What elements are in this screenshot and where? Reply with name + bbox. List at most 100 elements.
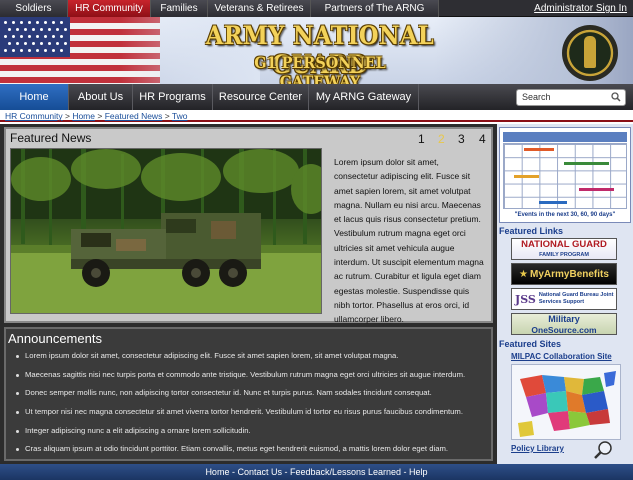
star-icon: ★ [519,268,529,280]
events-calendar[interactable]: "Events in the next 30, 60, 90 days" [499,127,631,223]
calendar-event [524,148,554,151]
flag-star [8,42,11,45]
calendar-event [579,188,614,191]
announcement-item: Lorem ipsum dolor sit amet, consectetur … [14,347,484,366]
flag-star [52,21,55,24]
calendar-caption: "Events in the next 30, 60, 90 days" [514,212,616,218]
flag-star [12,49,15,52]
site-banner: ARMY NATIONAL GUARD G1 PERSONNEL GATEWAY [0,17,633,84]
footer-links[interactable]: Home - Contact Us - Feedback/Lessons Lea… [0,464,633,480]
nav-hr-programs[interactable]: HR Programs [133,84,213,110]
featured-links-title: Featured Links [499,226,564,236]
announcement-item: Maecenas sagittis nisi nec turpis porta … [14,366,484,385]
breadcrumb-featured-news[interactable]: Featured News [105,111,163,121]
link-mos-line2: OneSource.com [531,325,597,335]
flag-star [36,49,39,52]
search-icon[interactable] [611,92,621,102]
nav-about-us[interactable]: About Us [69,84,133,110]
featured-news-body: Lorem ipsum dolor sit amet, consectetur … [334,157,484,325]
banner-subtitle: G1 PERSONNEL GATEWAY [254,53,386,84]
link-my-army-benefits[interactable]: ★ MyArmyBenefits [511,263,617,285]
news-photo-military-truck[interactable] [10,148,322,314]
truck-scene [11,149,321,313]
breadcrumb-hr-community[interactable]: HR Community [5,111,63,121]
link-ngfp-line2: FAMILY PROGRAM [539,252,589,258]
admin-sign-in-link[interactable]: Administrator Sign In [534,0,627,17]
us-map-graphic[interactable] [511,364,621,440]
featured-sites-title: Featured Sites [499,339,562,349]
link-mos-line1: Military [548,314,580,324]
breadcrumb-two[interactable]: Two [172,111,188,121]
flag-star [4,35,7,38]
flag-star [64,28,67,31]
top-tab-families[interactable]: Families [151,0,208,17]
calendar-header [503,132,627,142]
nav-home[interactable]: Home [0,84,69,110]
flag-star [48,42,51,45]
top-tab-partners[interactable]: Partners of The ARNG [311,0,439,17]
flag-star [44,21,47,24]
breadcrumb-separator: > [95,111,105,121]
flag-star [12,35,15,38]
featured-page-2[interactable]: 2 [438,132,445,146]
announcements-list: Lorem ipsum dolor sit amet, consectetur … [14,347,484,459]
nav-my-arng-gateway[interactable]: My ARNG Gateway [309,84,419,110]
flag-star [48,28,51,31]
top-tab-soldiers[interactable]: Soldiers [0,0,68,17]
flag-star [56,42,59,45]
flag-star [20,21,23,24]
flag-star [4,49,7,52]
us-map-icon [518,371,616,437]
flag-star [20,35,23,38]
link-military-onesource[interactable]: Military OneSource.com [511,313,617,335]
flag-canton [0,17,70,57]
flag-star [4,21,7,24]
flag-star [32,42,35,45]
flag-star [52,49,55,52]
link-joint-services-support[interactable]: JSS National Guard Bureau Joint Services… [511,288,617,310]
link-jss-logo: JSS [515,292,536,306]
flag-star [64,42,67,45]
flag-star [40,42,43,45]
flag-star [20,49,23,52]
flag-star [52,35,55,38]
policy-library-link[interactable]: Policy Library [511,444,564,453]
flag-star [24,42,27,45]
link-ngfp-line1: NATIONAL GUARD [521,239,607,250]
flag-star [24,28,27,31]
featured-page-4[interactable]: 4 [479,132,486,146]
right-sidebar: "Events in the next 30, 60, 90 days" Fea… [497,124,633,464]
calendar-event [514,175,539,178]
breadcrumb: HR Community > Home > Featured News > Tw… [5,111,187,121]
top-tab-veterans[interactable]: Veterans & Retirees [208,0,311,17]
magnifier-icon[interactable] [592,440,616,460]
link-my-army-benefits-label: MyArmyBenefits [530,268,609,280]
top-tab-hr-community[interactable]: HR Community [68,0,151,17]
featured-page-3[interactable]: 3 [458,132,465,146]
breadcrumb-home[interactable]: Home [72,111,95,121]
link-jss-label: National Guard Bureau Joint Services Sup… [538,292,614,305]
announcement-item: Integer adipiscing nunc a elit adipiscin… [14,422,484,441]
calendar-grid [503,143,627,209]
announcement-item: Donec semper mollis nunc, non adipiscing… [14,384,484,403]
announcements-panel: Announcements Lorem ipsum dolor sit amet… [4,327,493,461]
search-input[interactable]: Search [516,89,626,106]
flag-star [36,35,39,38]
nav-resource-center[interactable]: Resource Center [213,84,309,110]
featured-news-panel: Featured News 1 2 3 4 Lorem ipsum dolor … [4,127,493,324]
flag-star [60,49,63,52]
flag-star [40,28,43,31]
flag-star [36,21,39,24]
flag-star [28,21,31,24]
announcement-item: Ut tempor nisi nec magna consectetur sit… [14,403,484,422]
milpac-collaboration-link[interactable]: MILPAC Collaboration Site [511,352,612,361]
breadcrumb-separator: > [162,111,172,121]
featured-page-1[interactable]: 1 [418,132,425,146]
flag-star [32,28,35,31]
flag-star [56,28,59,31]
link-national-guard-family-program[interactable]: NATIONAL GUARD FAMILY PROGRAM [511,238,617,260]
flag-star [44,35,47,38]
flag-star [60,35,63,38]
main-nav: Home About Us HR Programs Resource Cente… [0,84,633,110]
calendar-event [539,201,567,204]
